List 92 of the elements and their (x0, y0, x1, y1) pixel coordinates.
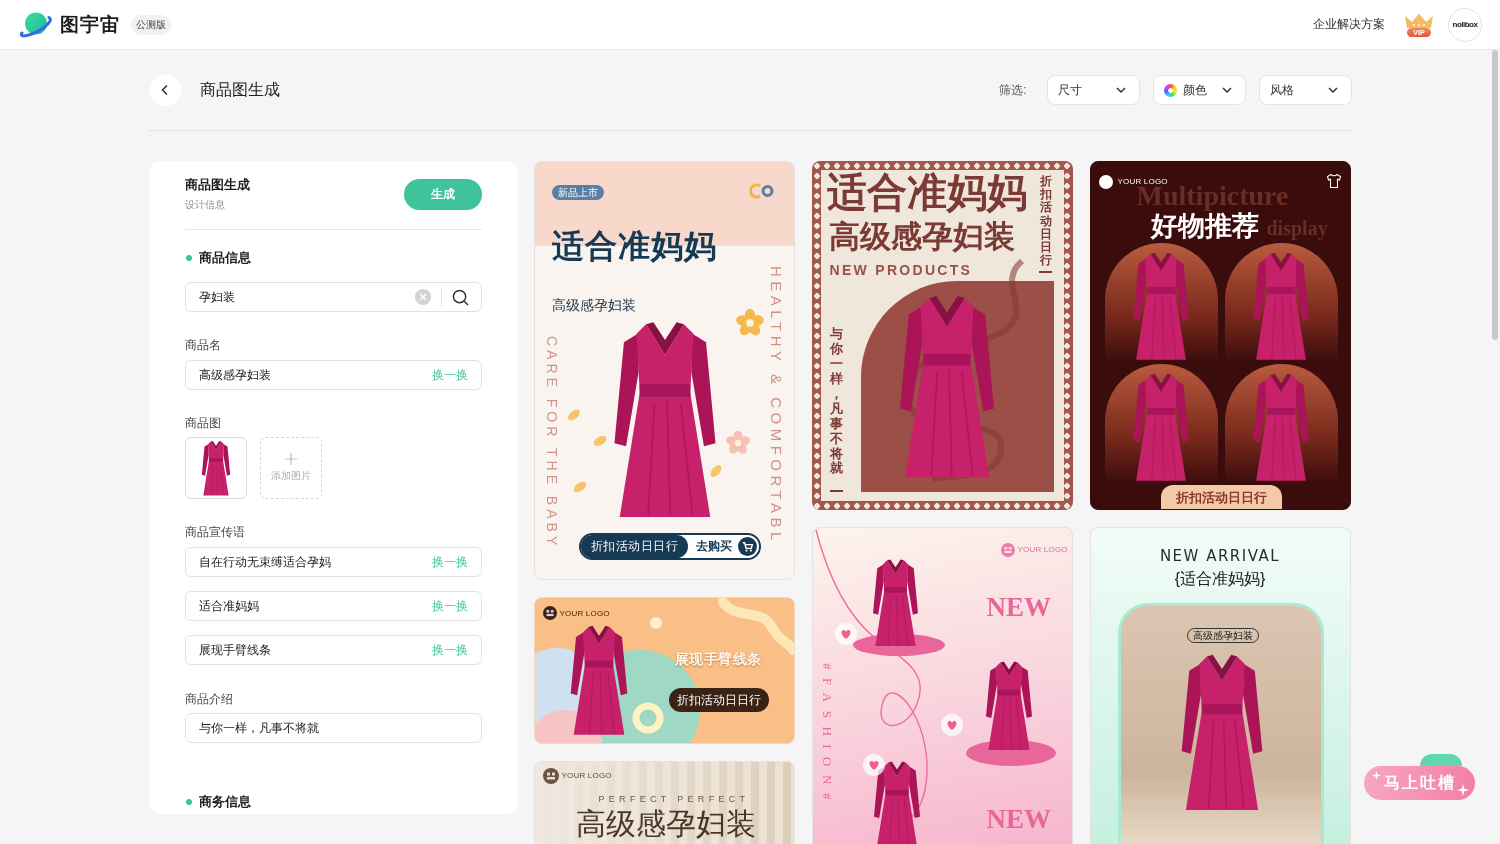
field-value: 适合准妈妈 (198, 597, 259, 615)
text-field[interactable]: 展现手臂线条 换一换 (184, 635, 482, 665)
poster-title: {适合准妈妈} (1174, 569, 1266, 589)
semicircle-icon (1420, 754, 1462, 766)
t-shirt-icon (1325, 173, 1342, 189)
poster-tagline: NEW PRODUCTS (829, 262, 973, 279)
field-value: 与你一样，凡事不将就 (198, 719, 319, 737)
headline-text: NEW (986, 804, 1051, 834)
section-heading: 商务信息 (198, 793, 251, 811)
search-field[interactable]: 孕妇装 (184, 282, 482, 312)
image-thumbnail[interactable] (184, 437, 247, 499)
poster-card[interactable]: NEW ARRIVAL {适合准妈妈} 高级感孕妇装 (1089, 527, 1351, 844)
logo-icon (1000, 543, 1015, 557)
poster-title: 展现手臂线条 (674, 650, 762, 668)
sparkle-icon (1372, 771, 1381, 780)
plus-icon (284, 453, 297, 465)
brand-name: 图宇宙 (60, 12, 120, 37)
text-field[interactable]: 与你一样，凡事不将就 (184, 713, 482, 743)
poster-tagline: PERFECT PERFECT (598, 793, 750, 805)
back-button[interactable] (149, 74, 181, 106)
side-text: 折扣活动日日行 (1039, 175, 1052, 268)
logo-icon (748, 183, 774, 199)
petal-icon (592, 434, 607, 448)
dot-icon (185, 255, 192, 261)
filter-dropdown[interactable]: 风格 (1258, 75, 1352, 105)
promo-label: 折扣活动日日行 (580, 535, 688, 558)
buy-button[interactable]: 去购买 (688, 537, 759, 556)
filter-dropdown[interactable]: 颜色 (1152, 75, 1246, 105)
poster-subtitle: 高级感孕妇装 (551, 296, 636, 314)
petal-icon (566, 408, 581, 422)
tag-badge: 新品上市 (551, 185, 604, 200)
field-label: 商品介绍 (184, 691, 234, 708)
poster-card[interactable]: YOUR LOGO PERFECT PERFECT 高级感孕妇装 (533, 761, 795, 844)
flower-icon (724, 430, 751, 456)
panel-subtitle: 设计信息 (184, 198, 226, 212)
clear-icon[interactable] (414, 289, 431, 305)
field-value: 孕妇装 (198, 288, 235, 306)
logo-icon (1098, 175, 1113, 189)
filter-label: 筛选: (999, 81, 1027, 99)
dot-icon (185, 799, 192, 805)
logo-text: YOUR LOGO (1017, 545, 1068, 555)
chevron-down-icon (1326, 84, 1339, 96)
poster-title: 高级感孕妇装 (575, 807, 756, 841)
panel-title: 商品图生成 (184, 177, 250, 193)
field-label: 商品图 (184, 415, 222, 432)
logo-icon (542, 768, 559, 784)
headline-text: NEW (986, 592, 1051, 622)
logo-text: YOUR LOGO (561, 771, 612, 781)
side-text: CARE FOR THE BABY (544, 336, 559, 550)
page-title: 商品图生成 (199, 79, 280, 100)
color-wheel-icon (1163, 83, 1177, 97)
promo-banner: 折扣活动日日行 (668, 688, 769, 712)
poster-subtitle: 高级感孕妇装 (828, 218, 1015, 256)
poster-card[interactable]: 新品上市 适合准妈妈 高级感孕妇装 CARE FOR THE BABY HEALTHY & COMFORTABL 折扣活动日日行 去购买 (533, 161, 795, 580)
text-field[interactable]: 适合准妈妈 换一换 (184, 591, 482, 621)
field-value: 自在行动无束缚适合孕妈 (198, 553, 331, 571)
side-text: #FASHION# (820, 663, 834, 808)
text-field[interactable]: 高级感孕妇装 换一换 (184, 360, 482, 390)
promo-banner: 折扣活动日日行 (1160, 485, 1282, 509)
field-label: 商品名 (184, 337, 222, 354)
field-value: 展现手臂线条 (198, 641, 271, 659)
flower-icon (734, 308, 765, 338)
poster-title: 好物推荐 (1150, 211, 1259, 242)
dress-drawing (200, 440, 231, 496)
side-text: HEALTHY & COMFORTABL (768, 266, 784, 545)
chevron-down-icon (1220, 84, 1233, 96)
petal-icon (572, 480, 587, 494)
sparkle-icon (1457, 784, 1469, 796)
planet-logo-icon (18, 10, 52, 39)
scrollbar-thumb[interactable] (1492, 50, 1498, 340)
filter-dropdown[interactable]: 尺寸 (1046, 75, 1140, 105)
field-value: 高级感孕妇装 (198, 366, 271, 384)
poster-card[interactable]: YOUR LOGO 展现手臂线条 折扣活动日日行 (533, 597, 795, 744)
section-heading: 商品信息 (198, 249, 251, 267)
avatar-button[interactable]: nolibox (1448, 7, 1482, 42)
chevron-down-icon (1114, 84, 1127, 96)
logo-icon (542, 606, 557, 620)
logo-text: YOUR LOGO (559, 609, 610, 619)
poster-title: 适合准妈妈 (551, 227, 717, 266)
ring-shape (632, 702, 663, 734)
cart-icon (738, 537, 757, 556)
enterprise-link[interactable]: 企业解决方案 (1313, 16, 1385, 33)
search-icon[interactable] (451, 288, 469, 306)
text-field[interactable]: 自在行动无束缚适合孕妈 换一换 (184, 547, 482, 577)
field-label: 商品宣传语 (184, 524, 246, 541)
poster-tagline: NEW ARRIVAL (1159, 546, 1281, 566)
petal-icon (708, 464, 723, 478)
poster-title: 适合准妈妈 (826, 169, 1027, 215)
side-text: 与你一样，凡事不将就 (829, 327, 843, 477)
beta-badge: 公测版 (131, 14, 171, 35)
dot-shape (649, 617, 662, 629)
crown-icon[interactable] (1403, 12, 1435, 28)
